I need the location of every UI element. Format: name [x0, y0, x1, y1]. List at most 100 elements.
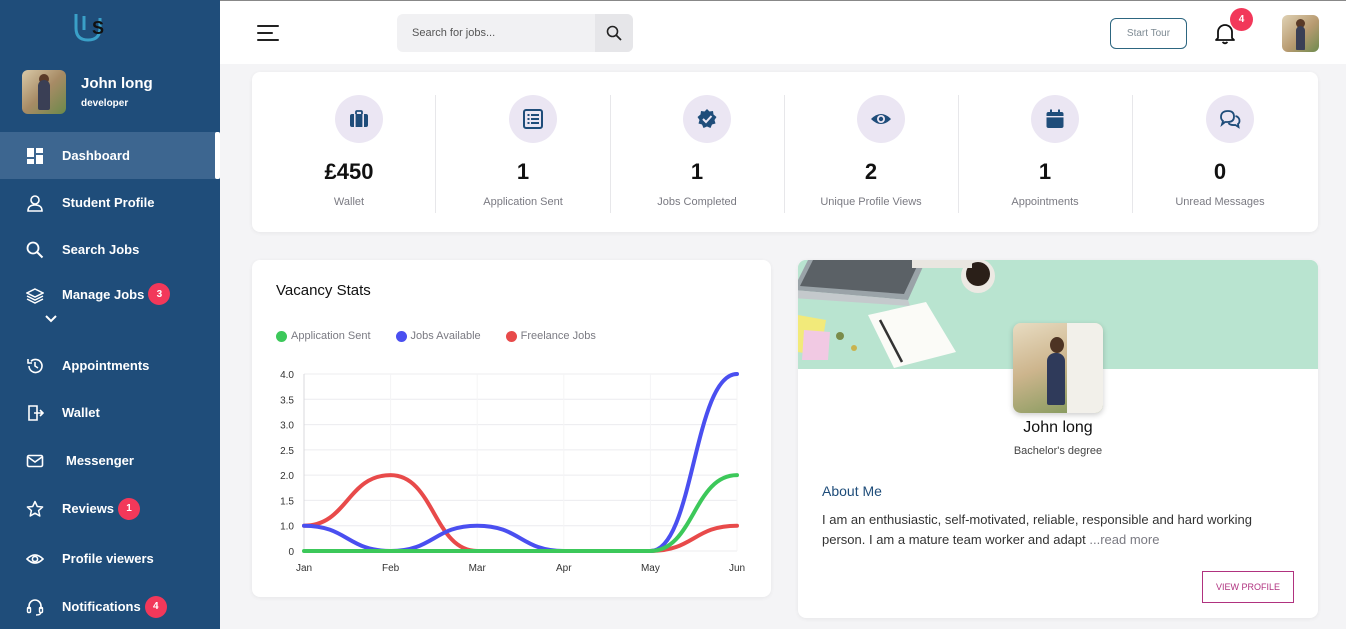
stat-value: 1: [690, 159, 704, 184]
about-text: I am an enthusiastic, self-motivated, re…: [822, 510, 1262, 550]
stat-label: Jobs Completed: [657, 196, 737, 208]
sidebar-item-label: Notifications: [62, 599, 141, 614]
sidebar-item-search-jobs[interactable]: Search Jobs: [0, 226, 220, 273]
chart-title: Vacancy Stats: [276, 282, 371, 299]
y-tick-label: 0: [288, 547, 294, 558]
start-tour-button[interactable]: Start Tour: [1110, 18, 1187, 49]
dashboard-icon: [26, 147, 44, 165]
profile-degree: Bachelor's degree: [1013, 445, 1103, 457]
x-tick-label: Jun: [729, 563, 745, 574]
y-tick-label: 1.0: [280, 522, 294, 533]
sidebar-item-wallet[interactable]: Wallet: [0, 389, 220, 436]
profile-name: John long: [1023, 419, 1093, 436]
sidebar-item-label: Search Jobs: [62, 242, 140, 257]
legend-dot: [505, 330, 517, 342]
x-tick-label: Apr: [556, 563, 572, 574]
sidebar-item-student-profile[interactable]: Student Profile: [0, 179, 220, 226]
briefcase-icon: [335, 95, 383, 143]
sidebar-item-label: Reviews: [62, 501, 115, 516]
stat-applications[interactable]: 1 Application Sent: [436, 72, 610, 232]
legend-dot: [395, 330, 407, 342]
stat-value: £450: [324, 159, 374, 184]
sidebar-user[interactable]: John long developer: [22, 70, 153, 114]
eye-icon: [26, 550, 44, 568]
notification-count-badge: 4: [1230, 8, 1253, 31]
legend-item-application-sent[interactable]: Application Sent: [276, 330, 371, 342]
notifications-badge: 4: [144, 595, 167, 618]
menu-toggle-icon[interactable]: [257, 25, 279, 43]
sidebar-item-reviews[interactable]: Reviews 1: [0, 485, 220, 532]
stat-label: Application Sent: [483, 196, 563, 208]
sidebar-item-label: Profile viewers: [62, 551, 154, 566]
sidebar-item-label: Dashboard: [62, 148, 130, 163]
stat-value: 1: [516, 159, 530, 184]
read-more-link[interactable]: ...read more: [1089, 532, 1159, 547]
about-title: About Me: [822, 483, 882, 499]
stat-profile-views[interactable]: 2 Unique Profile Views: [784, 72, 958, 232]
eye-icon: [857, 95, 905, 143]
stat-label: Unique Profile Views: [820, 196, 922, 208]
profile-avatar[interactable]: [1013, 323, 1103, 413]
legend-label: Jobs Available: [410, 330, 481, 342]
sidebar-item-label: Messenger: [66, 453, 134, 468]
chevron-down-icon[interactable]: [44, 312, 58, 326]
sidebar-item-label: Student Profile: [62, 195, 155, 210]
about-body: I am an enthusiastic, self-motivated, re…: [822, 512, 1252, 547]
headset-icon: [26, 598, 44, 616]
sidebar-item-dashboard[interactable]: Dashboard: [0, 132, 220, 179]
x-tick-label: Mar: [469, 563, 487, 574]
search-icon: [26, 241, 44, 259]
layers-icon: [26, 287, 44, 305]
search-button[interactable]: [595, 14, 633, 52]
stat-label: Wallet: [333, 196, 365, 208]
y-tick-label: 3.5: [280, 395, 294, 406]
search-icon: [606, 25, 622, 41]
stat-appointments[interactable]: 1 Appointments: [958, 72, 1132, 232]
topbar: Start Tour 4: [220, 0, 1346, 64]
sidebar-item-label: Manage Jobs: [62, 287, 145, 302]
chat-icon: [1206, 95, 1254, 143]
mail-icon: [26, 452, 44, 470]
sidebar-item-messenger[interactable]: Messenger: [0, 437, 220, 484]
view-profile-button[interactable]: VIEW PROFILE: [1202, 571, 1294, 603]
y-tick-label: 3.0: [280, 421, 294, 432]
stat-value: 1: [1038, 159, 1052, 184]
stat-jobs-completed[interactable]: 1 Jobs Completed: [610, 72, 784, 232]
legend-item-freelance-jobs[interactable]: Freelance Jobs: [505, 330, 596, 342]
sidebar-item-appointments[interactable]: Appointments: [0, 342, 220, 389]
search-input[interactable]: [397, 14, 595, 52]
vacancy-stats-card: Vacancy Stats Application Sent Jobs Avai…: [252, 260, 771, 597]
calendar-icon: [1031, 95, 1079, 143]
avatar[interactable]: [1282, 15, 1319, 52]
stat-label: Appointments: [1011, 196, 1079, 208]
sidebar-item-manage-jobs[interactable]: Manage Jobs 3: [0, 273, 220, 321]
y-tick-label: 2.0: [280, 471, 294, 482]
list-icon: [509, 95, 557, 143]
wallet-icon: [26, 404, 44, 422]
avatar: [22, 70, 66, 114]
history-icon: [26, 357, 44, 375]
manage-jobs-badge: 3: [148, 283, 171, 305]
user-role: developer: [81, 98, 129, 109]
stat-value: 2: [864, 159, 878, 184]
sidebar-item-profile-viewers[interactable]: Profile viewers: [0, 535, 220, 582]
sidebar-item-notifications[interactable]: Notifications 4: [0, 583, 220, 629]
x-tick-label: Feb: [382, 563, 400, 574]
stat-wallet[interactable]: £450 Wallet: [262, 72, 436, 232]
legend-dot: [276, 330, 287, 342]
x-tick-label: Jan: [296, 563, 312, 574]
sidebar-item-label: Appointments: [62, 358, 150, 373]
y-tick-label: 1.5: [280, 496, 294, 507]
x-tick-label: May: [641, 563, 660, 574]
vacancy-line-chart: 0 1.0 1.5 2.0 2.5 3.0 3.5 4.0 Jan Feb Mar Apr May Jun: [280, 370, 745, 574]
stat-unread-messages[interactable]: 0 Unread Messages: [1133, 72, 1307, 232]
profile-card: John long Bachelor's degree About Me I a…: [798, 260, 1318, 618]
star-icon: [26, 500, 44, 518]
series-line-jobs-available: [302, 372, 739, 554]
logo-icon[interactable]: S: [70, 10, 110, 46]
search-bar: [397, 14, 633, 52]
stat-value: 0: [1213, 159, 1227, 184]
legend-label: Freelance Jobs: [520, 330, 596, 342]
y-tick-label: 4.0: [280, 370, 294, 381]
legend-item-jobs-available[interactable]: Jobs Available: [395, 330, 481, 342]
